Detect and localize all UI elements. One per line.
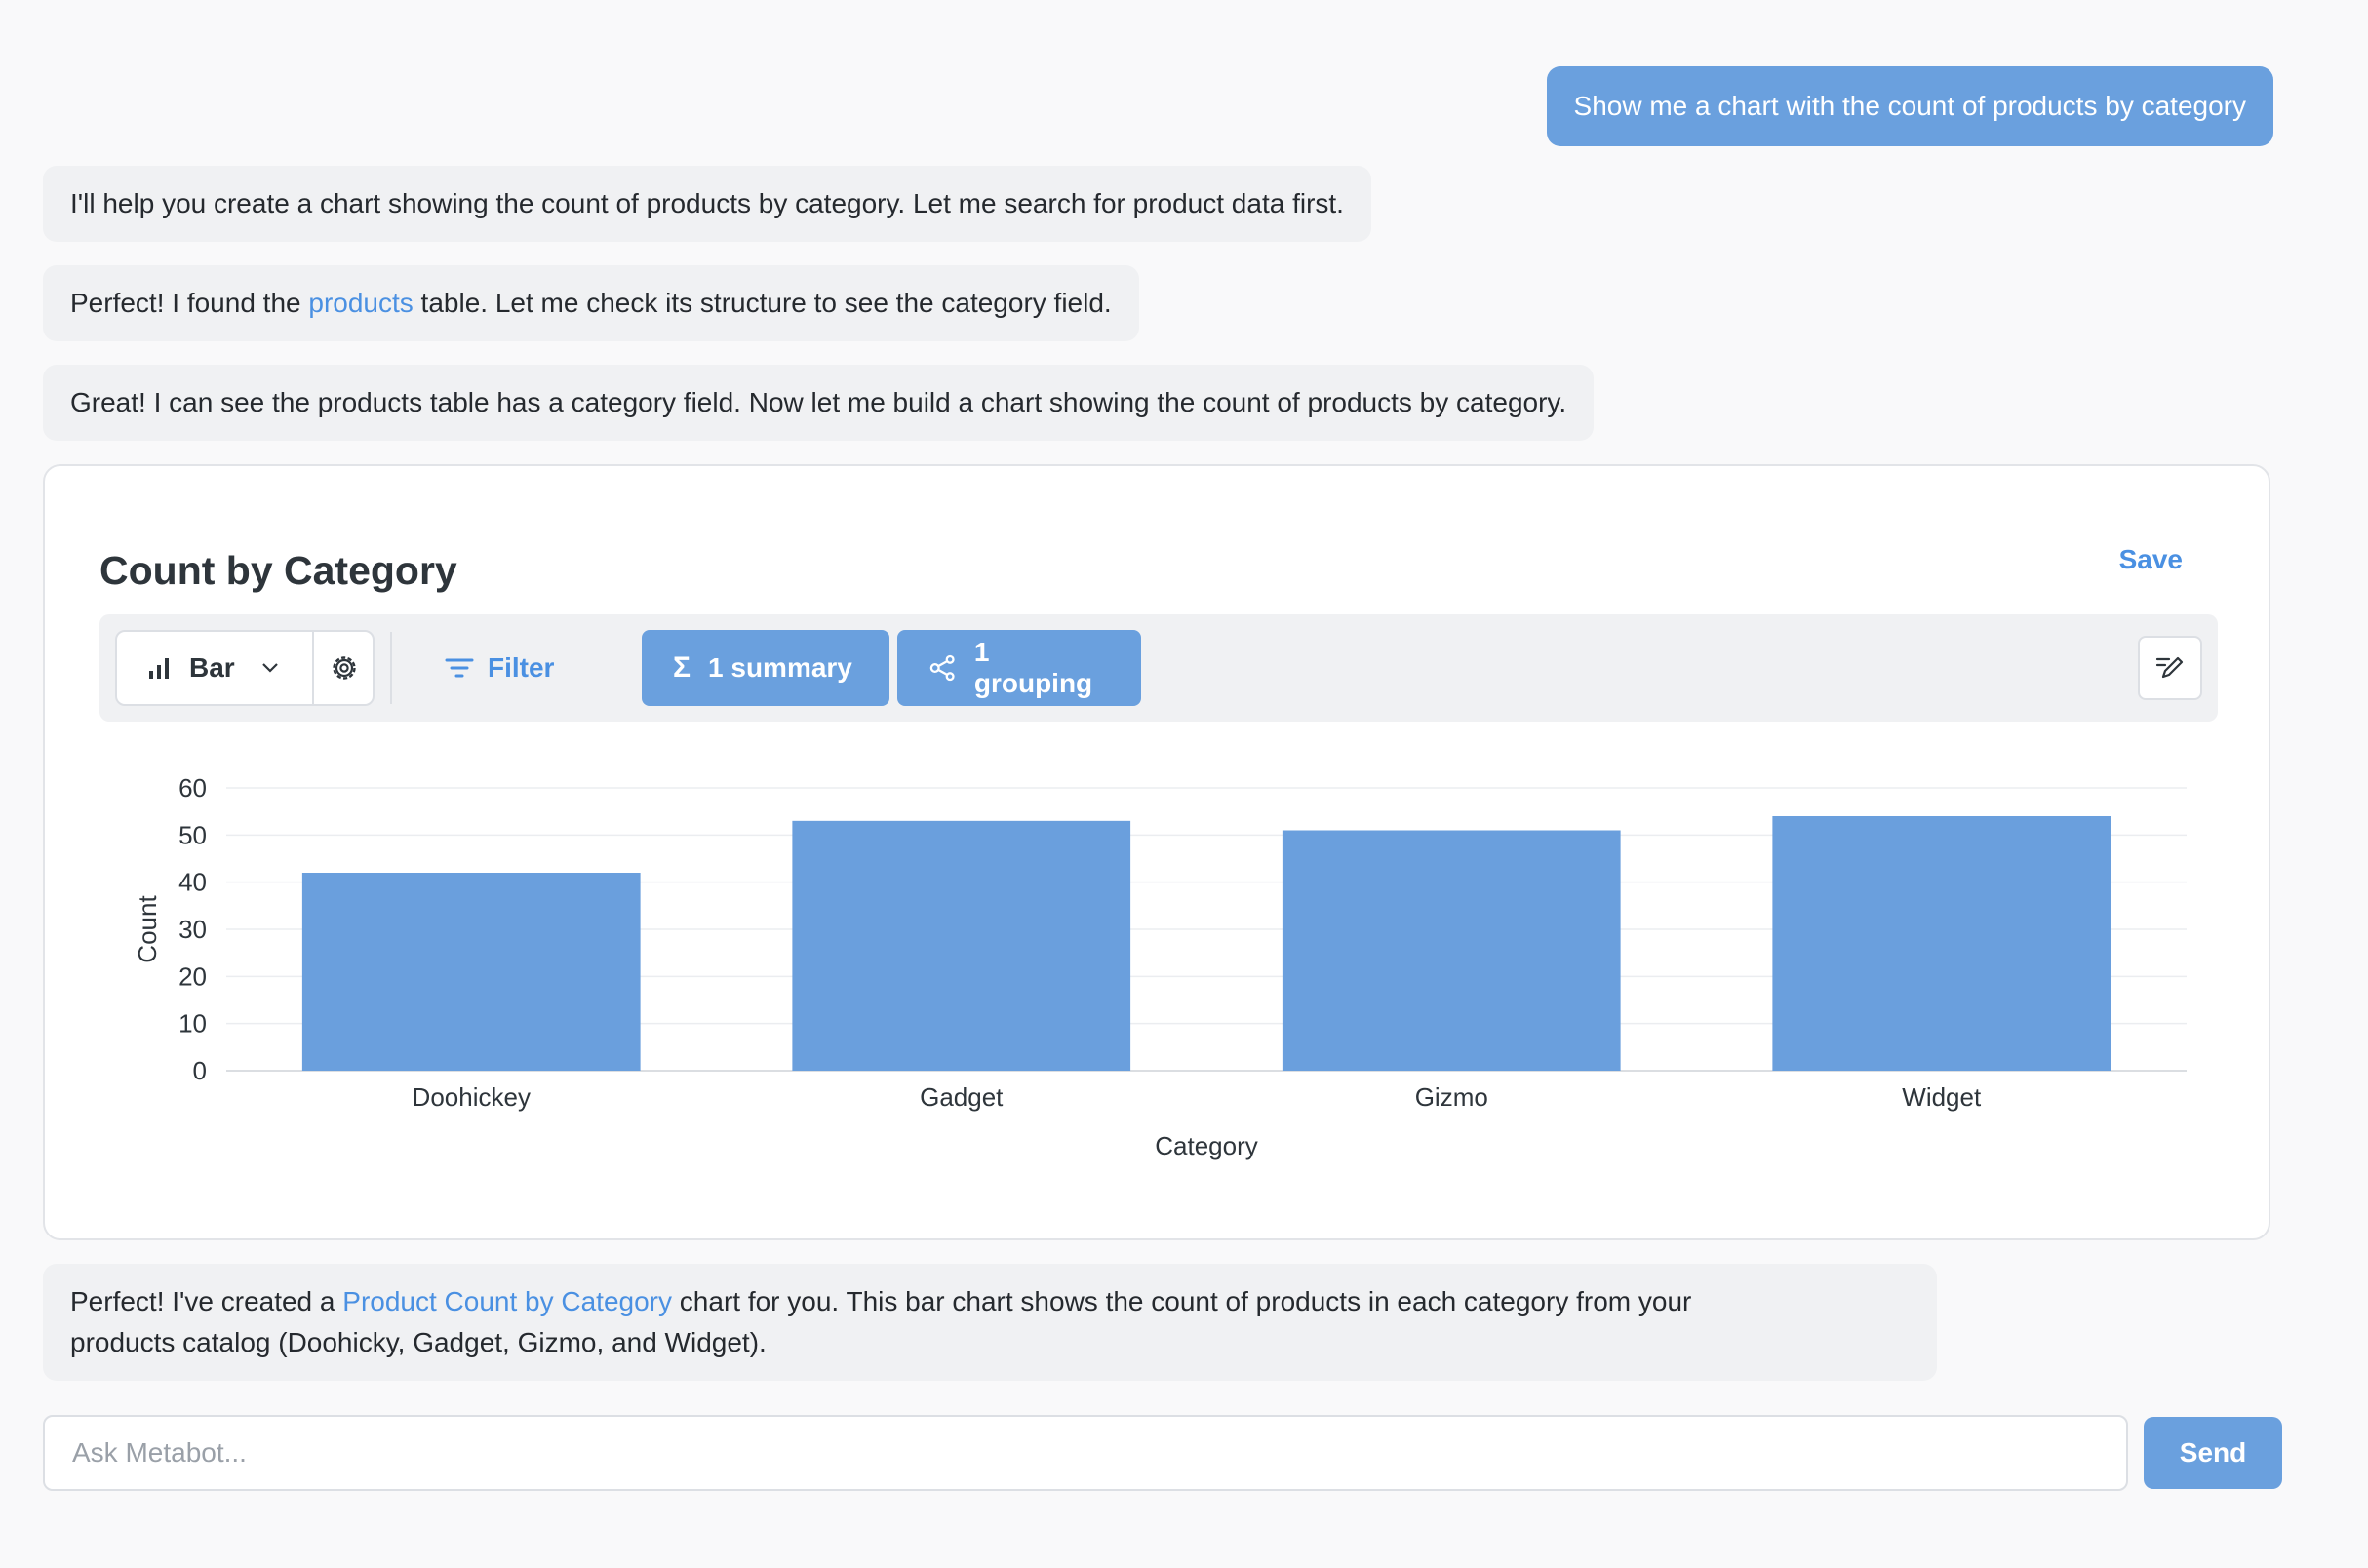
x-tick-label: Doohickey — [413, 1082, 531, 1112]
bot-message: Great! I can see the products table has … — [43, 365, 1595, 441]
sigma-icon: Σ — [673, 651, 691, 684]
chart-type-label: Bar — [189, 652, 235, 683]
send-button[interactable]: Send — [2144, 1417, 2282, 1489]
summary-button[interactable]: Σ 1 summary — [642, 630, 889, 706]
user-message: Show me a chart with the count of produc… — [1546, 66, 2273, 146]
chart-settings-button[interactable] — [314, 632, 375, 704]
y-tick-label: 10 — [178, 1009, 207, 1039]
x-tick-label: Widget — [1902, 1082, 1982, 1112]
bar — [1282, 830, 1621, 1071]
bot-message-line: Perfect! I've created a Product Count by… — [70, 1281, 1917, 1322]
x-tick-label: Gadget — [920, 1082, 1004, 1112]
grouping-button[interactable]: 1 grouping — [897, 630, 1141, 706]
filter-icon — [445, 658, 474, 678]
bar-chart: 0 10 20 30 40 50 60 Doohickey Gadget Gizmo Widget C… — [133, 773, 2187, 1160]
bot-message: I'll help you create a chart showing the… — [43, 166, 1371, 242]
gear-icon — [333, 656, 356, 680]
bot-message-text: chart for you. This bar chart shows the … — [672, 1286, 1692, 1316]
bot-message-text: Perfect! I found the — [70, 288, 309, 318]
bot-message-text: table. Let me check its structure to see… — [413, 288, 1112, 318]
chart-type-selector[interactable]: Bar — [117, 632, 312, 704]
bot-message-text: I'll help you create a chart showing the… — [70, 188, 1344, 218]
ask-metabot-input-wrapper — [43, 1415, 2128, 1491]
chevron-down-icon — [261, 663, 278, 673]
products-table-link[interactable]: products — [308, 288, 413, 318]
bot-message-text: Perfect! I've created a — [70, 1286, 343, 1316]
save-button[interactable]: Save — [2119, 544, 2183, 575]
summary-label: 1 summary — [708, 652, 852, 683]
notebook-editor-button[interactable] — [2138, 636, 2202, 700]
chart-type-group: Bar — [115, 630, 375, 706]
y-tick-label: 20 — [178, 961, 207, 991]
y-tick-label: 50 — [178, 820, 207, 849]
x-axis-label: Category — [1155, 1131, 1258, 1160]
y-tick-label: 40 — [178, 868, 207, 897]
y-tick-label: 0 — [193, 1056, 207, 1085]
bot-message-text: products catalog (Doohicky, Gadget, Gizm… — [70, 1327, 767, 1357]
bot-message-text: Great! I can see the products table has … — [70, 387, 1567, 417]
bot-message: Perfect! I found the products table. Let… — [43, 265, 1139, 341]
y-tick-label: 60 — [178, 773, 207, 803]
user-message-text: Show me a chart with the count of produc… — [1573, 91, 2246, 121]
divider — [390, 632, 392, 704]
grouping-icon — [929, 654, 955, 682]
filter-label: Filter — [488, 652, 555, 683]
bar — [792, 820, 1131, 1071]
bar-chart-icon — [149, 658, 169, 679]
ask-metabot-input[interactable] — [45, 1417, 2126, 1489]
chart-card: Count by Category Save Bar Filter Σ 1 su… — [43, 464, 2270, 1240]
grouping-label: 1 grouping — [973, 637, 1093, 698]
edit-icon — [2155, 656, 2184, 679]
chart-title: Count by Category — [99, 548, 457, 593]
bar — [1772, 816, 2111, 1071]
filter-button[interactable]: Filter — [425, 630, 573, 706]
bot-message: Perfect! I've created a Product Count by… — [43, 1264, 1937, 1381]
y-tick-label: 30 — [178, 915, 207, 944]
bar — [301, 873, 641, 1071]
query-toolbar: Bar Filter Σ 1 summary 1 grouping — [99, 614, 2218, 722]
x-tick-label: Gizmo — [1415, 1082, 1488, 1112]
saved-chart-link[interactable]: Product Count by Category — [342, 1286, 672, 1316]
y-axis-label: Count — [133, 895, 162, 963]
